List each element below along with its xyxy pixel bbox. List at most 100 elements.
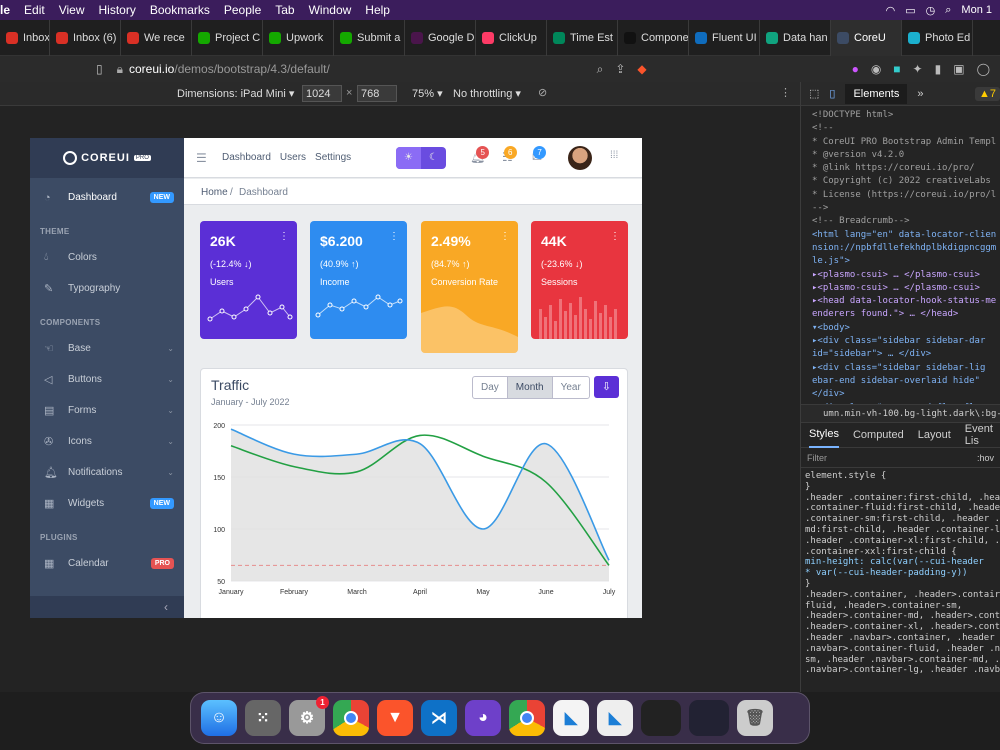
- zoom-icon[interactable]: ⌕: [597, 62, 604, 77]
- inspect-icon[interactable]: ⬚: [809, 87, 819, 100]
- more-options-icon[interactable]: ⋮: [780, 86, 791, 99]
- github-desktop-icon[interactable]: ◕: [465, 700, 501, 736]
- css-rule-line[interactable]: element.style {: [805, 471, 1000, 482]
- browser-tab[interactable]: We rece: [121, 19, 192, 56]
- hamburger-icon[interactable]: ☰: [196, 151, 207, 165]
- system-settings-icon[interactable]: ⚙ 1: [289, 696, 329, 736]
- css-rule-line[interactable]: .header .navbar>.container, .header: [805, 633, 1000, 644]
- apps-grid-icon[interactable]: ⁞⁞⁞: [610, 150, 618, 161]
- url-field[interactable]: 🔒︎ coreui.io /demos/bootstrap/4.3/defaul…: [117, 59, 647, 79]
- hov-toggle[interactable]: :hov: [977, 453, 994, 463]
- css-rule-line[interactable]: fluid, .header>.container-sm,: [805, 601, 1000, 612]
- sidebar-toggle-icon[interactable]: ▮: [935, 62, 942, 76]
- css-rule-line[interactable]: .container-sm:first-child, .header .: [805, 514, 1000, 525]
- sidebar-item-dashboard[interactable]: ◔ Dashboard NEW: [30, 182, 184, 213]
- vscode-icon[interactable]: ⋊: [421, 700, 457, 736]
- segment-day[interactable]: Day: [473, 377, 507, 398]
- device-toggle-icon[interactable]: ▯: [829, 87, 835, 100]
- header-nav-dashboard[interactable]: Dashboard: [222, 152, 271, 163]
- dom-node-line[interactable]: ▸<head data-locator-hook-status-me: [812, 295, 1000, 308]
- css-rule-line[interactable]: .header>.container-xl, .header>.cont: [805, 622, 1000, 633]
- dom-node-line[interactable]: </div>: [812, 388, 1000, 401]
- browser-tab[interactable]: Submit a: [334, 19, 405, 56]
- chrome-icon[interactable]: [509, 700, 545, 736]
- tab-elements[interactable]: Elements: [845, 83, 908, 104]
- browser-tab[interactable]: ClickUp: [476, 19, 547, 56]
- segment-month[interactable]: Month: [506, 377, 552, 398]
- browser-tab[interactable]: Compone: [618, 19, 689, 56]
- menu-edit[interactable]: Edit: [24, 3, 45, 17]
- css-rule-line[interactable]: }: [805, 482, 1000, 493]
- trash-icon[interactable]: 🗑︎: [737, 700, 773, 736]
- dom-node-line[interactable]: nsion://npbfdllefekhdplbkdigpncggm: [812, 242, 1000, 255]
- width-input[interactable]: [302, 85, 342, 102]
- css-rule-line[interactable]: sm, .header .navbar>.container-md, .: [805, 655, 1000, 666]
- dom-node-line[interactable]: * @link https://coreui.io/pro/: [812, 162, 1000, 175]
- sidebar-item-calendar[interactable]: ▦ Calendar PRO: [30, 548, 184, 579]
- window-thumbnail-icon[interactable]: [689, 700, 729, 736]
- sidebar-item-typography[interactable]: ✎ Typography: [30, 273, 184, 304]
- menu-view[interactable]: View: [59, 3, 85, 17]
- css-rule-line[interactable]: * var(--cui-header-padding-y)): [805, 568, 1000, 579]
- puzzle-icon[interactable]: ✦: [913, 62, 923, 76]
- css-rule-line[interactable]: .header>.container-md, .header>.cont: [805, 611, 1000, 622]
- sidebar-item-notifications[interactable]: 🔔︎ Notifications ⌄: [30, 457, 184, 488]
- menu-bookmarks[interactable]: Bookmarks: [150, 3, 210, 17]
- bell-icon[interactable]: 🔔︎5: [470, 146, 490, 164]
- moon-icon[interactable]: ☾: [421, 147, 446, 169]
- dom-node-line[interactable]: ▾<body>: [812, 322, 1000, 335]
- dom-node-line[interactable]: ▸<plasmo-csui> … </plasmo-csui>: [812, 269, 1000, 282]
- menu-tab[interactable]: Tab: [275, 3, 294, 17]
- css-rule-line[interactable]: .navbar>.container-lg, .header .navb: [805, 665, 1000, 676]
- dom-node-line[interactable]: ▸<div class="sidebar sidebar-dar: [812, 335, 1000, 348]
- sidebar-brand[interactable]: COREUI PRO: [30, 138, 184, 178]
- menu-people[interactable]: People: [224, 3, 261, 17]
- styles-tab-layout[interactable]: Layout: [918, 429, 951, 441]
- css-rule-line[interactable]: .container-xxl:first-child {: [805, 547, 1000, 558]
- app-icon[interactable]: ◣: [597, 700, 633, 736]
- browser-tab[interactable]: Upwork: [263, 19, 334, 56]
- sidebar-item-base[interactable]: ☜ Base ⌄: [30, 333, 184, 364]
- brave-shield-icon[interactable]: ◆: [637, 62, 646, 76]
- dom-node-line[interactable]: ▸<div class="sidebar sidebar-lig: [812, 362, 1000, 375]
- brave-icon[interactable]: ▼: [377, 700, 413, 736]
- browser-tab[interactable]: Fluent UI: [689, 19, 760, 56]
- avatar[interactable]: [568, 146, 592, 170]
- menubar-clock[interactable]: Mon 1: [961, 4, 992, 16]
- dom-node-line[interactable]: ebar-end sidebar-overlaid hide": [812, 375, 1000, 388]
- css-rule-line[interactable]: .header>.container, .header>.contair: [805, 590, 1000, 601]
- rotate-icon[interactable]: ⊘: [538, 86, 547, 99]
- more-tabs-icon[interactable]: »: [917, 88, 923, 100]
- theme-switch[interactable]: ☀ ☾: [396, 147, 446, 169]
- css-rule-line[interactable]: .navbar>.container-fluid, .header .n: [805, 644, 1000, 655]
- css-rule-line[interactable]: .container-fluid:first-child, .heade: [805, 503, 1000, 514]
- dom-node-line[interactable]: * Copyright (c) 2022 creativeLabs: [812, 175, 1000, 188]
- wallet-icon[interactable]: ▣: [953, 62, 964, 76]
- dom-node-line[interactable]: <!--: [812, 122, 1000, 135]
- widget-menu-icon[interactable]: ⋮: [279, 231, 289, 242]
- share-icon[interactable]: ⇪: [615, 62, 625, 76]
- warnings-badge[interactable]: ▲7: [974, 86, 1000, 101]
- browser-tab[interactable]: Inbox (70: [0, 19, 50, 56]
- download-cloud-button[interactable]: ⇩: [594, 376, 619, 398]
- dom-node-line[interactable]: <!-- Breadcrumb-->: [812, 215, 1000, 228]
- css-rule-line[interactable]: min-height: calc(var(--cui-header: [805, 557, 1000, 568]
- dom-node-line[interactable]: <html lang="en" data-locator-clien: [812, 229, 1000, 242]
- launchpad-icon[interactable]: ⁙: [245, 700, 281, 736]
- sidebar-item-forms[interactable]: ▤ Forms ⌄: [30, 395, 184, 426]
- menu-help[interactable]: Help: [365, 3, 390, 17]
- browser-tab[interactable]: Time Est: [547, 19, 618, 56]
- window-thumbnail-icon[interactable]: [641, 700, 681, 736]
- app-icon[interactable]: ◣: [553, 700, 589, 736]
- chrome-icon[interactable]: [333, 700, 369, 736]
- height-input[interactable]: [357, 85, 397, 102]
- battery-icon[interactable]: ▭: [905, 4, 915, 17]
- menu-history[interactable]: History: [99, 3, 136, 17]
- dom-node-line[interactable]: * License (https://coreui.io/pro/l: [812, 189, 1000, 202]
- throttling-select[interactable]: No throttling ▾: [453, 87, 521, 100]
- css-rule-line[interactable]: .header .container:first-child, .hea: [805, 493, 1000, 504]
- menu-le[interactable]: le: [0, 3, 10, 17]
- device-select[interactable]: Dimensions: iPad Mini ▾: [177, 87, 294, 100]
- styles-tab-computed[interactable]: Computed: [853, 429, 904, 441]
- browser-tab[interactable]: Inbox (6): [50, 19, 121, 56]
